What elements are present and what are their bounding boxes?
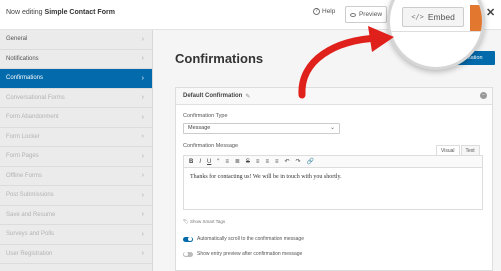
message-editor[interactable]: B I U “ ≡ ≣ S ≡ ≡ ≡ ↶ ↷ 🔗 Thanks for con…: [183, 155, 483, 210]
entry-preview-option: Show entry preview after confirmation me…: [183, 251, 302, 257]
collapse-icon[interactable]: −: [480, 92, 487, 99]
redo-icon[interactable]: ↷: [296, 158, 301, 165]
editor-toolbar: B I U “ ≡ ≣ S ≡ ≡ ≡ ↶ ↷ 🔗: [184, 156, 482, 168]
pencil-icon[interactable]: ✎: [245, 93, 250, 100]
align-left-icon[interactable]: ≡: [256, 159, 260, 165]
sidebar-item-general[interactable]: General ›: [0, 30, 152, 50]
chevron-right-icon: ›: [141, 55, 144, 63]
chevron-right-icon: ›: [141, 74, 144, 82]
sidebar-item-form-locker[interactable]: Form Locker ›: [0, 128, 152, 147]
sidebar-item-save-and-resume[interactable]: Save and Resume ›: [0, 206, 152, 225]
sidebar-item-confirmations[interactable]: Confirmations ›: [0, 69, 152, 89]
close-icon[interactable]: ✕: [486, 6, 495, 19]
help-icon: ?: [313, 8, 320, 15]
link-icon[interactable]: 🔗: [307, 158, 314, 165]
sidebar-item-label: Form Pages: [6, 153, 39, 160]
auto-scroll-toggle[interactable]: [183, 236, 193, 242]
auto-scroll-option: Automatically scroll to the confirmation…: [183, 236, 304, 242]
message-text[interactable]: Thanks for contacting us! We will be in …: [184, 168, 482, 186]
chevron-down-icon: ⌄: [329, 125, 335, 131]
page-title: Confirmations: [175, 51, 264, 66]
strikethrough-icon[interactable]: S: [246, 159, 250, 165]
sidebar-item-conversational-forms[interactable]: Conversational Forms ›: [0, 89, 152, 108]
entry-preview-toggle[interactable]: [183, 251, 193, 257]
chevron-right-icon: ›: [141, 191, 144, 199]
undo-icon[interactable]: ↶: [284, 158, 289, 165]
save-button-zoomed: [470, 5, 482, 31]
entry-preview-label: Show entry preview after confirmation me…: [197, 251, 303, 257]
numbered-list-icon[interactable]: ≣: [235, 158, 240, 165]
chevron-right-icon: ›: [141, 250, 144, 258]
align-center-icon[interactable]: ≡: [265, 159, 269, 165]
align-right-icon[interactable]: ≡: [275, 159, 279, 165]
help-link[interactable]: ? Help: [313, 8, 335, 15]
auto-scroll-label: Automatically scroll to the confirmation…: [197, 236, 304, 242]
sidebar-item-label: Form Locker: [6, 133, 40, 140]
divider: [390, 31, 482, 32]
bold-icon[interactable]: B: [189, 159, 193, 165]
sidebar-item-label: Confirmations: [6, 75, 44, 82]
underline-icon[interactable]: U: [207, 159, 211, 165]
chevron-right-icon: ›: [141, 172, 144, 180]
sidebar-item-label: Conversational Forms: [6, 94, 65, 101]
editing-prefix: Now editing: [6, 9, 43, 16]
form-name: Simple Contact Form: [44, 9, 115, 16]
chevron-right-icon: ›: [141, 94, 144, 102]
sidebar-item-form-abandonment[interactable]: Form Abandonment ›: [0, 108, 152, 128]
sidebar-item-label: Surveys and Polls: [6, 231, 55, 238]
preview-button[interactable]: Preview: [345, 6, 387, 23]
embed-label: Embed: [427, 12, 455, 22]
chevron-right-icon: ›: [141, 113, 144, 121]
eye-icon: [349, 12, 356, 17]
sidebar-item-user-registration[interactable]: User Registration ›: [0, 245, 152, 264]
help-label: Help: [322, 8, 336, 15]
quote-icon[interactable]: “: [217, 159, 219, 165]
chevron-right-icon: ›: [141, 152, 144, 160]
sidebar-item-surveys-and-polls[interactable]: Surveys and Polls ›: [0, 225, 152, 245]
preview-label: Preview: [358, 11, 383, 18]
confirmation-type-label: Confirmation Type: [183, 113, 228, 119]
bullet-list-icon[interactable]: ≡: [225, 159, 229, 165]
panel-header[interactable]: Default Confirmation ✎: [176, 88, 492, 105]
toggle-knob: [188, 237, 192, 241]
chevron-right-icon: ›: [141, 133, 144, 141]
sidebar-item-notifications[interactable]: Notifications ›: [0, 50, 152, 69]
sidebar-item-label: Offline Forms: [6, 172, 42, 179]
chevron-right-icon: ›: [141, 35, 144, 43]
sidebar-item-label: General: [6, 36, 28, 43]
editing-title: Now editing Simple Contact Form: [6, 9, 115, 16]
sidebar-item-label: Post Submissions: [6, 192, 54, 199]
confirmation-panel: Default Confirmation ✎ − Confirmation Ty…: [175, 87, 493, 271]
sidebar-item-label: Save and Resume: [6, 211, 56, 218]
code-icon: </>: [411, 13, 424, 21]
settings-sidebar: General › Notifications › Confirmations › C…: [0, 30, 153, 271]
sidebar-item-post-submissions[interactable]: Post Submissions ›: [0, 186, 152, 206]
tag-icon: 🏷: [183, 219, 189, 224]
embed-button[interactable]: </> Embed: [402, 7, 464, 27]
sidebar-item-form-pages[interactable]: Form Pages ›: [0, 147, 152, 167]
italic-icon[interactable]: I: [199, 159, 201, 165]
chevron-right-icon: ›: [141, 211, 144, 219]
smart-tags-label: Show Smart Tags: [189, 219, 226, 224]
sidebar-item-label: Notifications: [6, 55, 39, 62]
select-value: Message: [188, 125, 211, 131]
sidebar-item-label: Form Abandonment: [6, 114, 59, 121]
sidebar-item-offline-forms[interactable]: Offline Forms ›: [0, 167, 152, 186]
chevron-right-icon: ›: [141, 230, 144, 238]
panel-title: Default Confirmation: [183, 93, 243, 99]
confirmation-message-label: Confirmation Message: [183, 143, 239, 149]
sidebar-item-label: User Registration: [6, 250, 53, 257]
smart-tags-link[interactable]: 🏷 Show Smart Tags: [183, 219, 225, 225]
toggle-knob: [184, 252, 188, 256]
confirmation-type-select[interactable]: Message ⌄: [183, 123, 340, 134]
